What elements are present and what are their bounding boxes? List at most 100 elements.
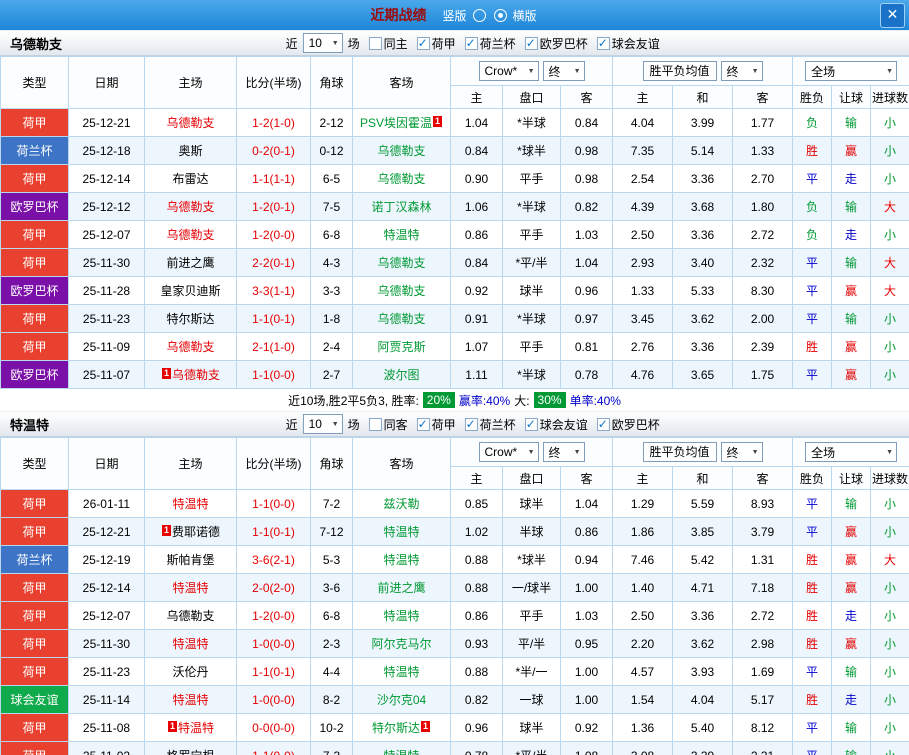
avg-draw: 3.99 <box>673 109 733 137</box>
outcome-handicap: 输 <box>832 742 871 755</box>
subcol-header: 主 <box>451 86 503 109</box>
away-team[interactable]: 乌德勒支 <box>377 312 425 326</box>
date-cell: 25-12-07 <box>69 602 145 630</box>
away-team[interactable]: 特温特 <box>383 665 419 679</box>
subcol-header: 盘口 <box>503 86 561 109</box>
away-team[interactable]: 前进之鹰 <box>377 581 425 595</box>
home-team[interactable]: 特温特 <box>172 581 208 595</box>
score-cell: 3-6(2-1) <box>237 546 311 574</box>
home-team[interactable]: 乌德勒支 <box>166 116 214 130</box>
home-team[interactable]: 乌德勒支 <box>166 228 214 242</box>
away-team[interactable]: 乌德勒支 <box>377 284 425 298</box>
bookmaker-select[interactable]: Crow*▼ <box>479 61 539 81</box>
away-team[interactable]: 特温特 <box>383 609 419 623</box>
away-cell: 特温特 <box>353 546 451 574</box>
home-cell: 1费耶诺德 <box>145 518 237 546</box>
close-button[interactable]: ✕ <box>880 3 905 28</box>
home-team[interactable]: 费耶诺德 <box>172 525 220 539</box>
avg-draw: 5.40 <box>673 714 733 742</box>
odds-final-select[interactable]: 终▼ <box>543 442 585 462</box>
home-team[interactable]: 特温特 <box>172 497 208 511</box>
away-team[interactable]: 特温特 <box>383 749 419 755</box>
odds-handicap: 平手 <box>503 333 561 361</box>
away-team[interactable]: 特温特 <box>383 553 419 567</box>
filter-checkbox-欧罗巴杯[interactable] <box>525 37 538 50</box>
home-team[interactable]: 格罗宁根 <box>166 749 214 755</box>
match-row: 荷甲25-11-23沃伦丹1-1(0-1)4-4特温特0.88*半/一1.004… <box>1 658 909 686</box>
home-team[interactable]: 斯帕肯堡 <box>166 553 214 567</box>
odds-home: 1.06 <box>451 193 503 221</box>
team-name: 特温特 <box>0 415 59 434</box>
odds-away: 0.98 <box>561 137 613 165</box>
home-team[interactable]: 特温特 <box>178 721 214 735</box>
away-team[interactable]: 阿尔克马尔 <box>371 637 431 651</box>
filter-checkbox-同客[interactable] <box>369 418 382 431</box>
col-header: 角球 <box>311 438 353 490</box>
away-team[interactable]: 沙尔克04 <box>377 693 426 707</box>
home-team[interactable]: 奥斯 <box>178 144 202 158</box>
away-team[interactable]: 乌德勒支 <box>377 256 425 270</box>
away-team[interactable]: 特温特 <box>383 525 419 539</box>
away-team[interactable]: 乌德勒支 <box>377 144 425 158</box>
filter-checkbox-欧罗巴杯[interactable] <box>597 418 610 431</box>
corners-cell: 2-4 <box>311 333 353 361</box>
odds-home: 0.78 <box>451 742 503 755</box>
home-team[interactable]: 乌德勒支 <box>166 340 214 354</box>
section-header-1: 乌德勒支近10▼场同主荷甲荷兰杯欧罗巴杯球会友谊 <box>0 30 909 56</box>
odds-away: 1.00 <box>561 686 613 714</box>
avg-final-select[interactable]: 终▼ <box>721 442 763 462</box>
scope-select[interactable]: 全场▼ <box>805 442 897 462</box>
away-team[interactable]: 特尔斯达 <box>372 721 420 735</box>
away-team[interactable]: 波尔图 <box>383 368 419 382</box>
avg-home: 2.50 <box>613 602 673 630</box>
away-team[interactable]: PSV埃因霍温 <box>360 116 432 130</box>
recent-count-select[interactable]: 10▼ <box>303 414 343 434</box>
away-team[interactable]: 乌德勒支 <box>377 172 425 186</box>
away-team[interactable]: 特温特 <box>383 228 419 242</box>
filter-checkbox-荷甲[interactable] <box>417 37 430 50</box>
scope-select[interactable]: 全场▼ <box>805 61 897 81</box>
avg-draw: 3.36 <box>673 602 733 630</box>
home-team[interactable]: 特温特 <box>172 693 208 707</box>
league-cell: 荷甲 <box>1 165 69 193</box>
home-team[interactable]: 沃伦丹 <box>172 665 208 679</box>
away-team[interactable]: 诺丁汉森林 <box>371 200 431 214</box>
home-team[interactable]: 特温特 <box>172 637 208 651</box>
bookmaker-select[interactable]: Crow*▼ <box>479 442 539 462</box>
odds-handicap: *半球 <box>503 193 561 221</box>
avg-final-select[interactable]: 终▼ <box>721 61 763 81</box>
avg-draw: 3.93 <box>673 658 733 686</box>
home-team[interactable]: 乌德勒支 <box>166 200 214 214</box>
home-team[interactable]: 布雷达 <box>172 172 208 186</box>
avg-draw: 5.14 <box>673 137 733 165</box>
odds-home: 1.11 <box>451 361 503 389</box>
filter-checkbox-球会友谊[interactable] <box>597 37 610 50</box>
odds-away: 0.81 <box>561 333 613 361</box>
away-team[interactable]: 阿贾克斯 <box>377 340 425 354</box>
score-cell: 1-1(0-1) <box>237 518 311 546</box>
home-team[interactable]: 前进之鹰 <box>166 256 214 270</box>
away-team[interactable]: 兹沃勒 <box>383 497 419 511</box>
home-team[interactable]: 乌德勒支 <box>166 609 214 623</box>
filter-checkbox-荷兰杯[interactable] <box>465 418 478 431</box>
filter-checkbox-荷兰杯[interactable] <box>465 37 478 50</box>
vertical-layout-radio[interactable] <box>473 9 486 22</box>
summary-rate-badge: 30% <box>534 392 566 408</box>
avg-draw: 3.36 <box>673 221 733 249</box>
outcome-handicap: 赢 <box>832 546 871 574</box>
recent-count-select-value: 10 <box>309 417 322 431</box>
filter-checkbox-同主[interactable] <box>369 37 382 50</box>
home-team[interactable]: 乌德勒支 <box>172 368 220 382</box>
odds-final-select[interactable]: 终▼ <box>543 61 585 81</box>
horizontal-layout-radio[interactable] <box>494 9 507 22</box>
filter-checkbox-球会友谊[interactable] <box>525 418 538 431</box>
home-team[interactable]: 皇家贝迪斯 <box>160 284 220 298</box>
home-team[interactable]: 特尔斯达 <box>166 312 214 326</box>
filter-checkbox-荷甲[interactable] <box>417 418 430 431</box>
corners-cell: 2-12 <box>311 109 353 137</box>
avg-home: 2.76 <box>613 333 673 361</box>
recent-count-select[interactable]: 10▼ <box>303 33 343 53</box>
score-cell: 1-2(0-0) <box>237 602 311 630</box>
avg-home: 4.04 <box>613 109 673 137</box>
match-row: 荷兰杯25-12-18奥斯0-2(0-1)0-12乌德勒支0.84*球半0.98… <box>1 137 909 165</box>
